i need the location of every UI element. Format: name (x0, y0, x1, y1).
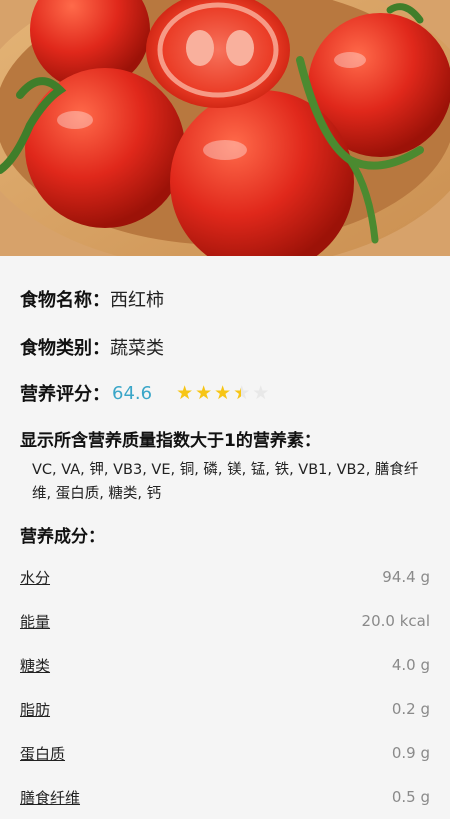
food-category-row: 食物类别： 蔬菜类 (20, 334, 430, 360)
food-category-label: 食物类别： (20, 338, 110, 359)
food-category-value: 蔬菜类 (110, 338, 164, 359)
composition-list: 水分 94.4 g 能量 20.0 kcal 糖类 4.0 g 脂肪 0.2 g… (20, 555, 430, 819)
composition-name[interactable]: 能量 (20, 611, 50, 632)
composition-value: 20.0 kcal (361, 612, 430, 630)
nutrition-score-row: 营养评分： 64.6 ★★★★★★ (20, 380, 430, 406)
composition-row-energy[interactable]: 能量 20.0 kcal (20, 599, 430, 643)
composition-row-protein[interactable]: 蛋白质 0.9 g (20, 731, 430, 775)
composition-value: 4.0 g (391, 656, 430, 674)
composition-name[interactable]: 水分 (20, 567, 50, 588)
composition-name[interactable]: 脂肪 (20, 699, 50, 720)
star-empty-icon: ★ (252, 381, 270, 404)
nutrition-score-label: 营养评分： (20, 384, 110, 405)
rating-stars: ★★★★★★ (176, 381, 270, 404)
composition-value: 0.9 g (391, 744, 430, 762)
composition-heading: 营养成分： (20, 527, 105, 547)
composition-value: 94.4 g (382, 568, 430, 586)
nutrient-heading: 显示所含营养质量指数大于1的营养素： (20, 431, 321, 451)
composition-row-fat[interactable]: 脂肪 0.2 g (20, 687, 430, 731)
composition-value: 0.2 g (391, 700, 430, 718)
nutrition-score-value: 64.6 (112, 382, 153, 404)
nutrient-list: VC, VA, 钾, VB3, VE, 铜, 磷, 镁, 锰, 铁, VB1, … (32, 462, 419, 502)
composition-row-water[interactable]: 水分 94.4 g (20, 555, 430, 599)
composition-value: 0.5 g (391, 788, 430, 806)
star-full-icon: ★ (214, 381, 232, 404)
composition-name[interactable]: 糖类 (20, 655, 50, 676)
food-name-row: 食物名称： 西红柿 (20, 286, 430, 312)
food-detail: 食物名称： 西红柿 食物类别： 蔬菜类 营养评分： 64.6 ★★★★★★ 显示… (0, 286, 450, 819)
food-name-label: 食物名称： (20, 290, 110, 311)
food-name-value: 西红柿 (110, 290, 164, 311)
composition-name[interactable]: 膳食纤维 (20, 787, 80, 808)
star-full-icon: ★ (176, 381, 194, 404)
star-half-icon: ★★ (233, 381, 251, 404)
composition-row-sugar[interactable]: 糖类 4.0 g (20, 643, 430, 687)
food-photo (0, 0, 450, 256)
composition-row-fiber[interactable]: 膳食纤维 0.5 g (20, 775, 430, 819)
star-full-icon: ★ (195, 381, 213, 404)
composition-name[interactable]: 蛋白质 (20, 743, 65, 764)
